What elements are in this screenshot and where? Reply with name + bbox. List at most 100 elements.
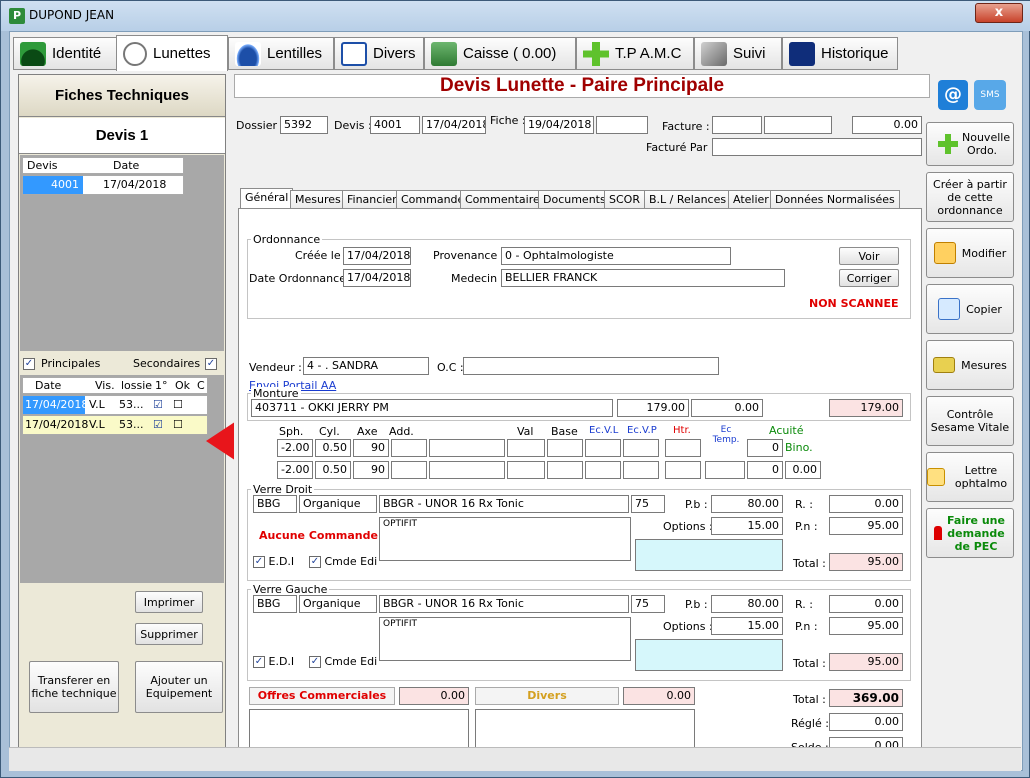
vd-code-field[interactable]: BBG xyxy=(253,495,297,513)
fiche-date-field[interactable]: 19/04/2018 xyxy=(524,116,594,134)
fiche-ok-checkbox[interactable]: ☐ xyxy=(173,396,183,414)
fiche-principal-checkbox[interactable]: ☑ xyxy=(153,416,163,434)
vd-cmde-edi-checkbox[interactable]: ✓ xyxy=(309,556,321,568)
og-cyl-field[interactable]: 0.50 xyxy=(315,461,351,479)
tab-tpamc[interactable]: T.P A.M.C xyxy=(576,37,694,70)
creee-field[interactable]: 17/04/2018 xyxy=(343,247,411,265)
transferer-button[interactable]: Transferer en fiche technique xyxy=(29,661,119,713)
facture-field-1[interactable] xyxy=(712,116,762,134)
vg-diametre-field[interactable]: 75 xyxy=(631,595,665,613)
vg-matiere-field[interactable]: Organique xyxy=(299,595,377,613)
tab-lentilles[interactable]: Lentilles xyxy=(228,37,334,70)
vd-edi-checkbox[interactable]: ✓ xyxy=(253,556,265,568)
facture-amount-field[interactable]: 0.00 xyxy=(852,116,922,134)
devis-field[interactable]: 4001 xyxy=(370,116,420,134)
tab-identite[interactable]: Identité xyxy=(13,37,117,70)
subtab-mesures[interactable]: Mesures xyxy=(290,190,346,210)
subtab-financier[interactable]: Financier xyxy=(342,190,402,210)
ajouter-equipement-button[interactable]: Ajouter un Equipement xyxy=(135,661,223,713)
vd-remise-field[interactable]: 0.00 xyxy=(829,495,903,513)
og-bino-field[interactable]: 0.00 xyxy=(785,461,821,479)
od-cyl-field[interactable]: 0.50 xyxy=(315,439,351,457)
creer-ordonnance-button[interactable]: Créer à partir de cette ordonnance xyxy=(926,172,1014,222)
demande-pec-button[interactable]: Faire une demande de PEC xyxy=(926,508,1014,558)
monture-ref-field[interactable]: 403711 - OKKI JERRY PM xyxy=(251,399,613,417)
provenance-field[interactable]: 0 - Ophtalmologiste xyxy=(501,247,731,265)
og-ectemp-field[interactable] xyxy=(705,461,745,479)
vd-options-field[interactable]: 15.00 xyxy=(711,517,783,535)
fiche-ok-checkbox[interactable]: ☐ xyxy=(173,416,183,434)
voir-button[interactable]: Voir xyxy=(839,247,899,265)
od-add-field[interactable] xyxy=(391,439,427,457)
facture-field-2[interactable] xyxy=(764,116,832,134)
mesures-button[interactable]: Mesures xyxy=(926,340,1014,390)
og-sph-field[interactable]: -2.00 xyxy=(277,461,313,479)
vd-diametre-field[interactable]: 75 xyxy=(631,495,665,513)
vg-code-field[interactable]: BBG xyxy=(253,595,297,613)
sesame-vitale-button[interactable]: Contrôle Sesame Vitale xyxy=(926,396,1014,446)
vg-edi-checkbox[interactable]: ✓ xyxy=(253,656,265,668)
principales-checkbox[interactable]: ✓ xyxy=(23,358,35,370)
modifier-button[interactable]: Modifier xyxy=(926,228,1014,278)
monture-remise-field[interactable]: 0.00 xyxy=(691,399,763,417)
od-ecvl-field[interactable] xyxy=(585,439,621,457)
fiche-row[interactable]: 17/04/2018 V.L 53... ☑ ☐ xyxy=(22,415,208,435)
og-add-field[interactable] xyxy=(391,461,427,479)
vd-matiere-field[interactable]: Organique xyxy=(299,495,377,513)
secondaires-checkbox[interactable]: ✓ xyxy=(205,358,217,370)
fiche-extra-field[interactable] xyxy=(596,116,648,134)
subtab-general[interactable]: Général xyxy=(240,188,294,210)
fiche-principal-checkbox[interactable]: ☑ xyxy=(153,396,163,414)
vg-options-area[interactable] xyxy=(635,639,783,671)
od-ecvp-field[interactable] xyxy=(623,439,659,457)
od-axe-field[interactable]: 90 xyxy=(353,439,389,457)
vg-cmde-edi-checkbox[interactable]: ✓ xyxy=(309,656,321,668)
date-ordonnance-field[interactable]: 17/04/2018 xyxy=(343,269,411,287)
email-icon[interactable]: @ xyxy=(938,80,968,110)
vg-pn-field[interactable]: 95.00 xyxy=(829,617,903,635)
subtab-scor[interactable]: SCOR xyxy=(604,190,645,210)
vg-total-field[interactable]: 95.00 xyxy=(829,653,903,671)
tab-historique[interactable]: Historique xyxy=(782,37,898,70)
devis-row[interactable]: 4001 17/04/2018 xyxy=(22,175,184,195)
vd-options-area[interactable] xyxy=(635,539,783,571)
og-ecvl-field[interactable] xyxy=(585,461,621,479)
vd-designation-field[interactable]: BBGR - UNOR 16 Rx Tonic xyxy=(379,495,629,513)
vg-designation-field[interactable]: BBGR - UNOR 16 Rx Tonic xyxy=(379,595,629,613)
tab-suivi[interactable]: Suivi xyxy=(694,37,782,70)
monture-total-field[interactable]: 179.00 xyxy=(829,399,903,417)
vd-total-field[interactable]: 95.00 xyxy=(829,553,903,571)
fiche-row[interactable]: 17/04/2018 V.L 53... ☑ ☐ xyxy=(22,395,208,415)
offres-total-field[interactable]: 0.00 xyxy=(399,687,469,705)
lettre-ophtalmo-button[interactable]: Lettre ophtalmo xyxy=(926,452,1014,502)
og-ecvp-field[interactable] xyxy=(623,461,659,479)
subtab-atelier[interactable]: Atelier xyxy=(728,190,774,210)
tab-caisse[interactable]: Caisse ( 0.00) xyxy=(424,37,576,70)
og-acuite-field[interactable]: 0 xyxy=(747,461,783,479)
og-val-field[interactable] xyxy=(507,461,545,479)
vg-options-field[interactable]: 15.00 xyxy=(711,617,783,635)
corriger-button[interactable]: Corriger xyxy=(839,269,899,287)
sms-icon[interactable]: SMS xyxy=(974,80,1006,110)
subtab-donnees-normalisees[interactable]: Données Normalisées xyxy=(770,190,900,210)
od-sph-field[interactable]: -2.00 xyxy=(277,439,313,457)
dossier-field[interactable]: 5392 xyxy=(280,116,328,134)
og-axe-field[interactable]: 90 xyxy=(353,461,389,479)
regle-field[interactable]: 0.00 xyxy=(829,713,903,731)
subtab-commentaires[interactable]: Commentaires xyxy=(460,190,551,210)
copier-button[interactable]: Copier xyxy=(926,284,1014,334)
tab-lunettes[interactable]: Lunettes xyxy=(116,35,228,71)
od-acuite-field[interactable]: 0 xyxy=(747,439,783,457)
od-val-field[interactable] xyxy=(507,439,545,457)
od-base-field[interactable] xyxy=(547,439,583,457)
imprimer-button[interactable]: Imprimer xyxy=(135,591,203,613)
subtab-commande[interactable]: Commande xyxy=(396,190,470,210)
facture-par-field[interactable] xyxy=(712,138,922,156)
vg-remise-field[interactable]: 0.00 xyxy=(829,595,903,613)
od-htr-field[interactable] xyxy=(665,439,701,457)
vd-traitement-field[interactable]: OPTIFIT xyxy=(379,517,631,561)
vg-pb-field[interactable]: 80.00 xyxy=(711,595,783,613)
close-button[interactable]: x xyxy=(975,3,1023,23)
vg-traitement-field[interactable]: OPTIFIT xyxy=(379,617,631,661)
medecin-field[interactable]: BELLIER FRANCK xyxy=(501,269,785,287)
